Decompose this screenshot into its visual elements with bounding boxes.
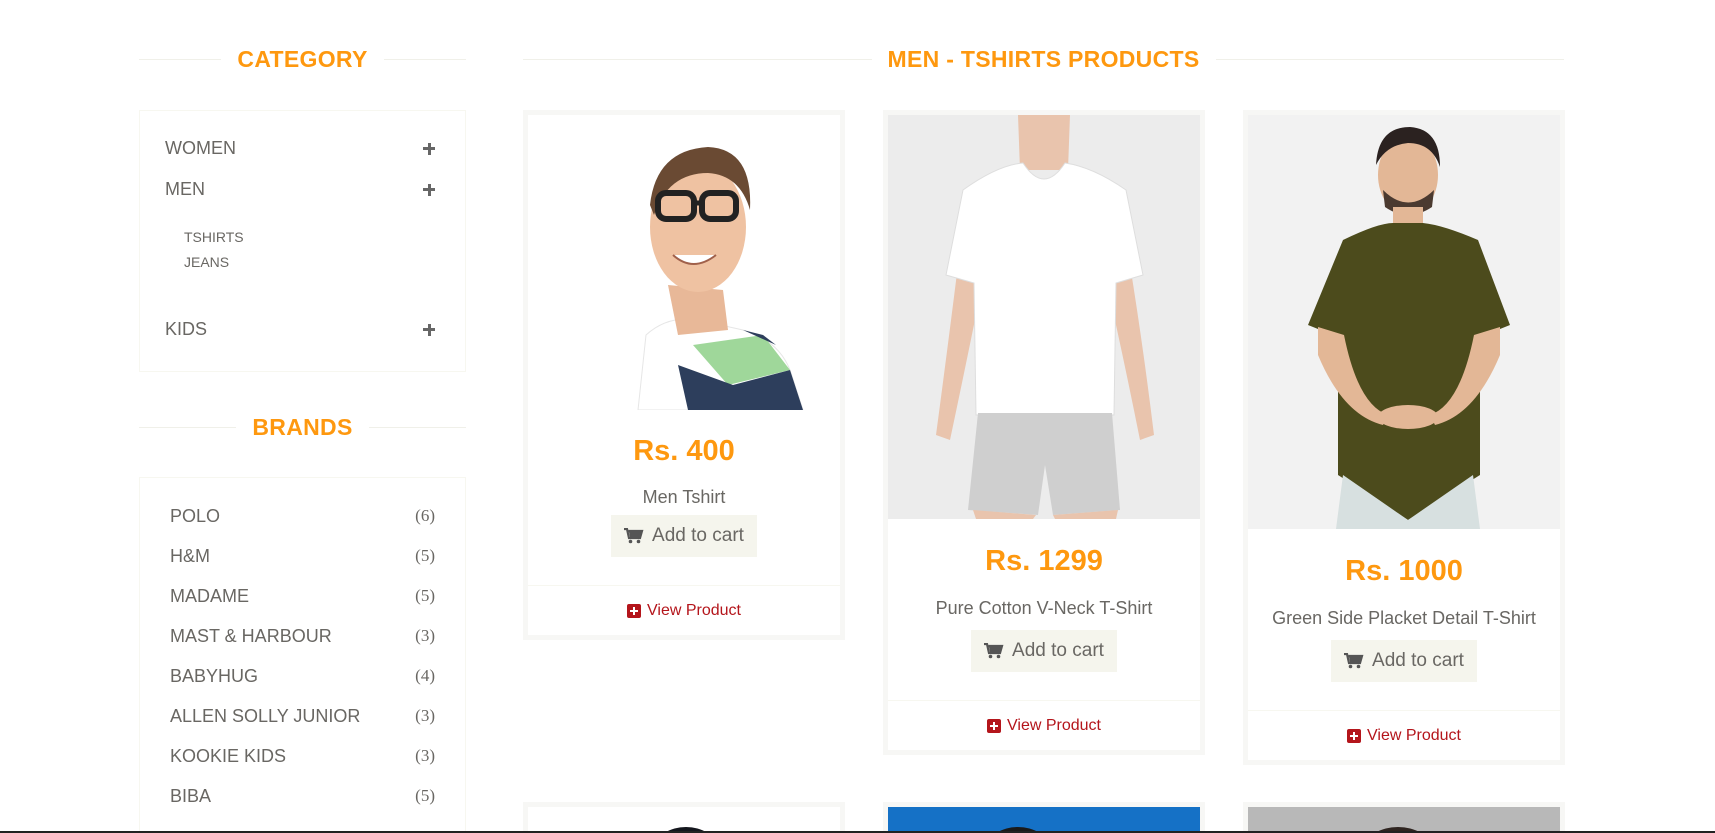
add-to-cart-button[interactable]: Add to cart — [611, 515, 757, 557]
brand-count: (5) — [415, 586, 435, 605]
product-image[interactable] — [888, 807, 1200, 833]
view-product-row: View Product — [888, 700, 1200, 750]
view-product-row: View Product — [1248, 710, 1560, 760]
subcategory-jeans[interactable]: JEANS — [184, 254, 229, 270]
category-title: CATEGORY — [221, 45, 384, 73]
product-image[interactable] — [528, 115, 840, 410]
product-card: Rs. 1299 Pure Cotton V-Neck T-Shirt Add … — [883, 110, 1205, 755]
category-men[interactable]: MEN — [165, 179, 435, 200]
view-product-link[interactable]: View Product — [647, 602, 741, 620]
product-image[interactable] — [888, 115, 1200, 519]
view-product-link[interactable]: View Product — [1367, 727, 1461, 745]
brand-name[interactable]: ALLEN SOLLY JUNIOR — [170, 706, 360, 727]
plus-square-icon[interactable] — [1347, 728, 1361, 743]
add-to-cart-label[interactable]: Add to cart — [1012, 640, 1104, 662]
product-name: Green Side Placket Detail T-Shirt — [1272, 608, 1536, 628]
product-card: Rs. 400 Men Tshirt Add to cart View Prod… — [523, 110, 845, 640]
product-card-partial — [1243, 802, 1565, 833]
add-to-cart-label[interactable]: Add to cart — [652, 525, 744, 547]
product-price: Rs. 1000 — [1345, 555, 1463, 587]
products-heading: MEN - TSHIRTS PRODUCTS — [523, 44, 1564, 74]
plus-icon[interactable] — [423, 142, 435, 155]
plus-icon[interactable] — [423, 323, 435, 336]
category-heading: CATEGORY — [139, 44, 466, 74]
subcategory-tshirts[interactable]: TSHIRTS — [184, 229, 244, 245]
shopping-cart-icon — [1344, 653, 1364, 669]
brands-title: BRANDS — [236, 413, 369, 441]
product-card-partial — [883, 802, 1205, 833]
brand-count: (6) — [415, 506, 435, 525]
product-image[interactable] — [528, 807, 840, 833]
product-card: Rs. 1000 Green Side Placket Detail T-Shi… — [1243, 110, 1565, 765]
product-name: Pure Cotton V-Neck T-Shirt — [935, 598, 1153, 618]
add-to-cart-label[interactable]: Add to cart — [1372, 650, 1464, 672]
plus-icon[interactable] — [423, 183, 435, 196]
brand-name[interactable]: KOOKIE KIDS — [170, 746, 286, 767]
brand-item[interactable]: KOOKIE KIDS (3) — [170, 746, 435, 767]
view-product-row: View Product — [528, 585, 840, 635]
brand-count: (5) — [415, 786, 435, 805]
shopping-cart-icon — [624, 528, 644, 544]
product-image[interactable] — [1248, 807, 1560, 833]
product-price: Rs. 1299 — [985, 545, 1103, 577]
brand-item[interactable]: MADAME (5) — [170, 586, 435, 607]
brand-item[interactable]: BABYHUG (4) — [170, 666, 435, 687]
category-women[interactable]: WOMEN — [165, 138, 435, 159]
category-label[interactable]: KIDS — [165, 319, 207, 340]
category-label[interactable]: MEN — [165, 179, 205, 200]
brand-name[interactable]: H&M — [170, 546, 210, 567]
brands-heading: BRANDS — [139, 412, 466, 442]
brand-name[interactable]: MADAME — [170, 586, 249, 607]
brand-name[interactable]: POLO — [170, 506, 220, 527]
brand-count: (3) — [415, 626, 435, 645]
view-product-link[interactable]: View Product — [1007, 717, 1101, 735]
brand-count: (3) — [415, 706, 435, 725]
product-card-partial — [523, 802, 845, 833]
brand-name[interactable]: MAST & HARBOUR — [170, 626, 332, 647]
brand-count: (5) — [415, 546, 435, 565]
shopping-cart-icon — [984, 643, 1004, 659]
brand-count: (4) — [415, 666, 435, 685]
product-image[interactable] — [1248, 115, 1560, 529]
add-to-cart-button[interactable]: Add to cart — [1331, 640, 1477, 682]
brand-count: (3) — [415, 746, 435, 765]
brand-item[interactable]: POLO (6) — [170, 506, 435, 527]
brand-item[interactable]: MAST & HARBOUR (3) — [170, 626, 435, 647]
brand-item[interactable]: BIBA (5) — [170, 786, 435, 807]
add-to-cart-button[interactable]: Add to cart — [971, 630, 1117, 672]
brand-name[interactable]: BIBA — [170, 786, 211, 807]
category-label[interactable]: WOMEN — [165, 138, 236, 159]
category-kids[interactable]: KIDS — [165, 319, 435, 340]
product-price: Rs. 400 — [633, 435, 735, 467]
brand-item[interactable]: ALLEN SOLLY JUNIOR (3) — [170, 706, 435, 727]
plus-square-icon[interactable] — [987, 718, 1001, 733]
plus-square-icon[interactable] — [627, 603, 641, 618]
product-name: Men Tshirt — [642, 487, 726, 507]
products-title: MEN - TSHIRTS PRODUCTS — [871, 45, 1216, 73]
brand-item[interactable]: H&M (5) — [170, 546, 435, 567]
brand-name[interactable]: BABYHUG — [170, 666, 258, 687]
category-panel: WOMEN MEN TSHIRTS JEANS KIDS — [139, 110, 466, 372]
brands-panel: POLO (6) H&M (5) MADAME (5) MAST & HARBO… — [139, 477, 466, 833]
